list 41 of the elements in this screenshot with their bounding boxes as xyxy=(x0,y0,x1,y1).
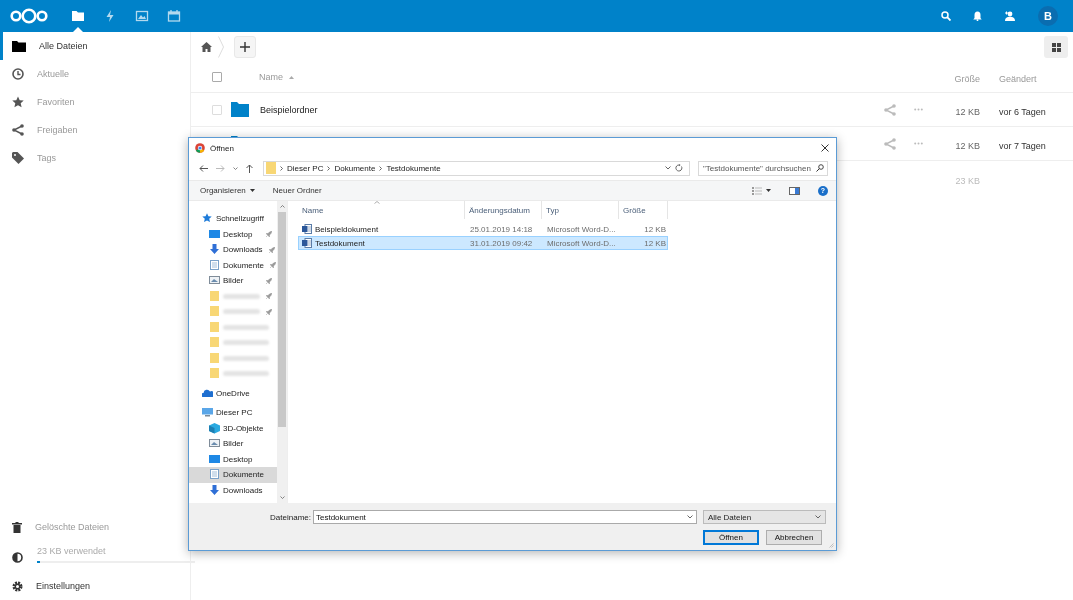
file-row[interactable]: Beispieldokument 25.01.2019 14:18 Microsoft Word-D... 12 KB xyxy=(298,222,668,236)
column-header[interactable]: Änderungsdatum xyxy=(465,201,542,219)
settings-link[interactable]: Einstellungen xyxy=(0,572,190,600)
path-segment[interactable]: Dokumente xyxy=(334,163,376,173)
nav-item[interactable]: Desktop xyxy=(189,451,277,467)
nav-item[interactable]: Dokumente xyxy=(189,257,277,273)
dialog-button[interactable]: Öffnen xyxy=(703,530,759,545)
address-bar[interactable]: Dieser PC Dokumente Testdokumente xyxy=(263,160,690,176)
file-size: 12 KB xyxy=(955,106,980,117)
quota-text: 23 KB verwendet xyxy=(37,546,107,556)
search-field[interactable]: "Testdokumente" durchsuchen xyxy=(698,160,828,176)
file-size: 12 KB xyxy=(955,140,980,151)
filename-field[interactable]: Testdokument xyxy=(313,510,697,524)
nav-item[interactable]: Dokumente xyxy=(189,467,277,483)
file-type-dropdown[interactable]: Alle Dateien xyxy=(703,510,826,524)
field-label: Dateiname: xyxy=(269,512,311,522)
dialog-title: Öffnen xyxy=(210,143,234,153)
column-header[interactable]: Größe xyxy=(619,201,668,219)
column-header[interactable]: Name xyxy=(298,201,465,219)
path-segment[interactable]: Testdokumente xyxy=(386,163,441,173)
dialog-button[interactable]: Abbrechen xyxy=(766,530,822,545)
nav-item[interactable]: Desktop xyxy=(189,226,277,242)
modified-date: vor 7 Tagen xyxy=(999,140,1046,151)
path-segment[interactable]: Dieser PC xyxy=(287,163,324,173)
nav-item[interactable]: Bilder xyxy=(189,436,277,452)
file-row[interactable]: Testdokument 31.01.2019 09:42 Microsoft Word-D... 12 KB xyxy=(298,236,668,250)
file-name[interactable]: Beispielordner xyxy=(260,104,318,115)
nav-item[interactable]: 3D-Objekte xyxy=(189,420,277,436)
nav-item[interactable]: Downloads xyxy=(189,242,277,258)
nav-item[interactable]: OneDrive xyxy=(189,385,277,401)
avatar[interactable]: B xyxy=(1038,6,1058,26)
nav-item[interactable]: Bilder xyxy=(189,273,277,289)
sidebar-item[interactable]: Alle Dateien xyxy=(0,32,190,60)
nav-item[interactable]: Dieser PC xyxy=(189,405,277,421)
command-button[interactable]: Neuer Ordner xyxy=(272,186,322,195)
column-header[interactable]: Typ xyxy=(542,201,619,219)
modified-date: vor 6 Tagen xyxy=(999,106,1046,117)
total-size: 23 KB xyxy=(955,176,980,186)
nav-item[interactable]: Schnellzugriff xyxy=(189,211,277,227)
command-button[interactable]: Organisieren xyxy=(200,186,255,195)
nav-item[interactable]: Downloads xyxy=(189,482,277,498)
